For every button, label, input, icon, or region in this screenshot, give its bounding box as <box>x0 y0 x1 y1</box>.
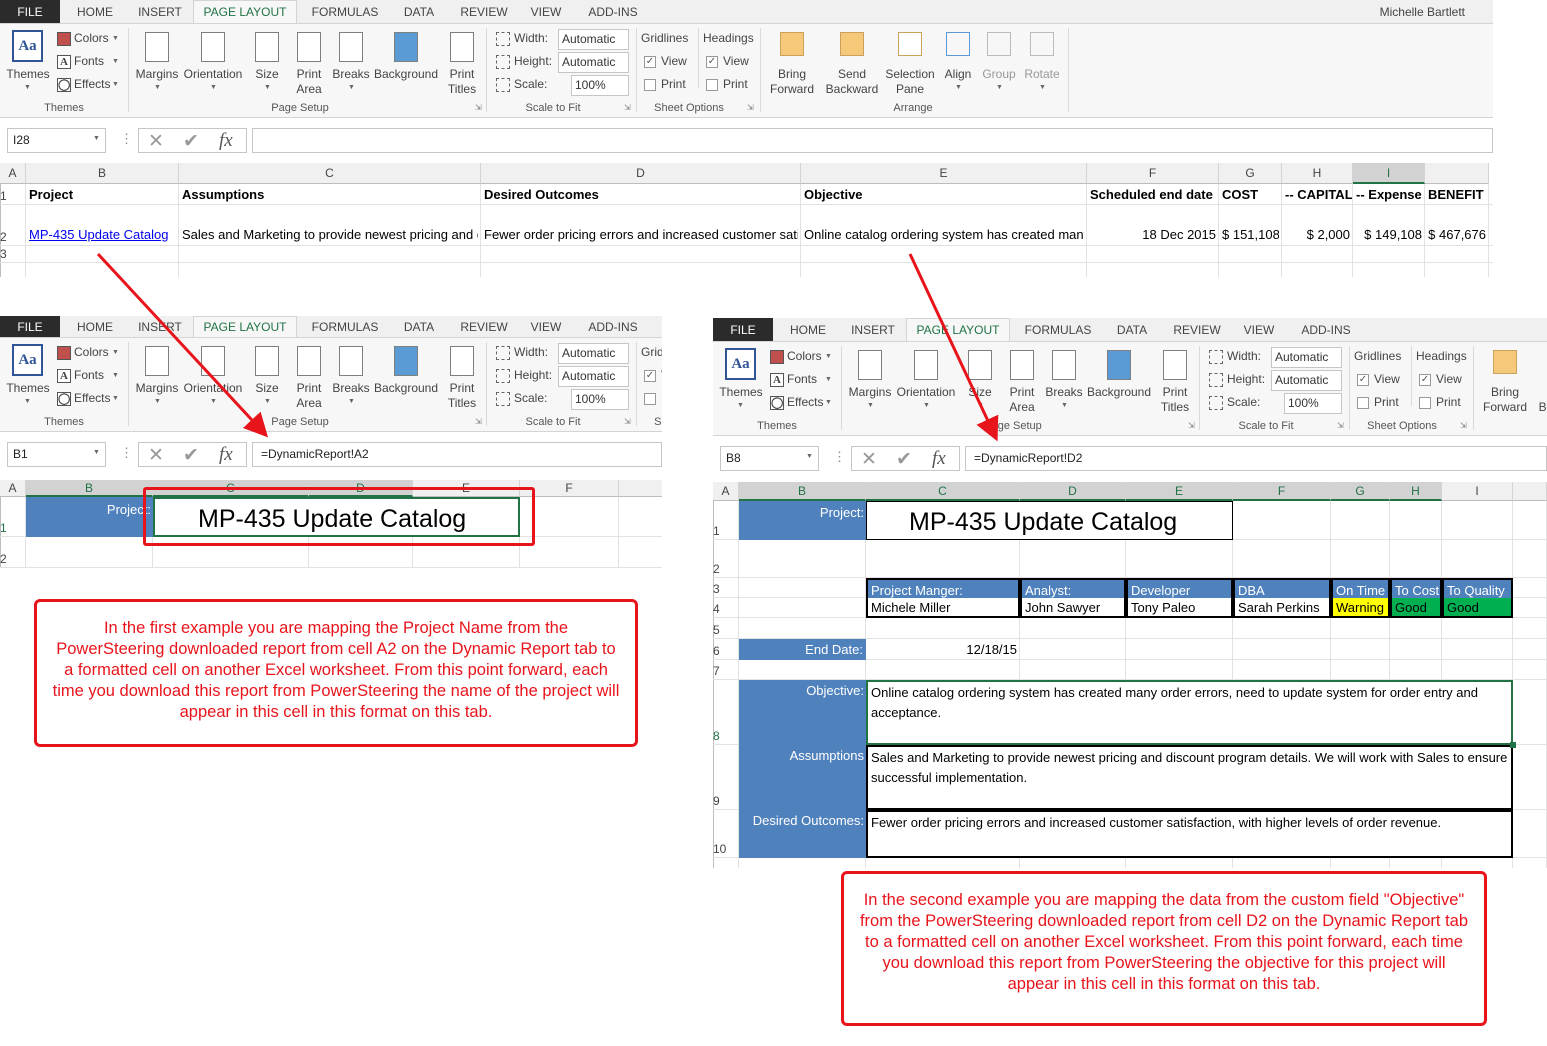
arrow-2 <box>908 253 999 442</box>
arrow-1 <box>96 252 269 438</box>
callout-example-2: In the second example you are mapping th… <box>841 871 1487 1026</box>
callout-text: In the second example you are mapping th… <box>859 891 1469 993</box>
callout-example-1: In the first example you are mapping the… <box>34 599 638 747</box>
callout-text: In the first example you are mapping the… <box>52 619 620 721</box>
